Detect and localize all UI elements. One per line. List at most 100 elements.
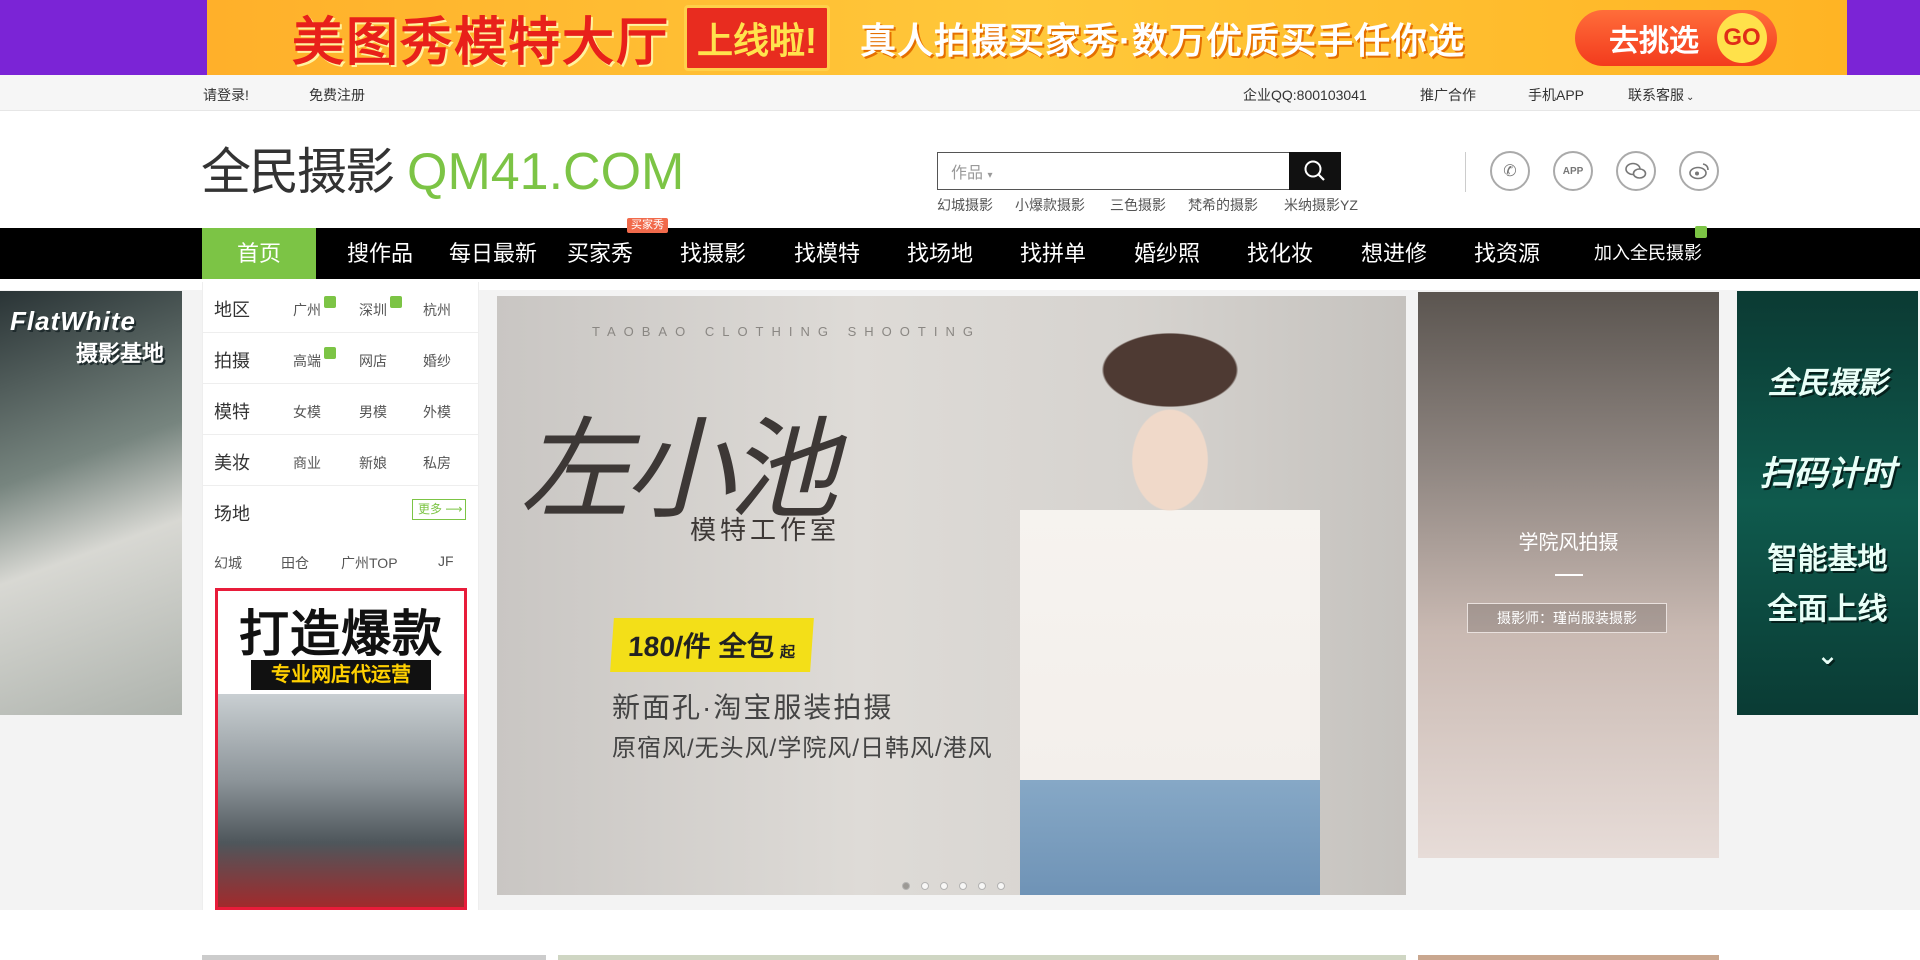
carousel-pagination — [902, 882, 1005, 890]
enterprise-qq-label: 企业QQ: — [1243, 87, 1297, 103]
search-icon — [1304, 160, 1325, 181]
category-link[interactable]: 广州 — [293, 296, 336, 320]
banner-title: 美图秀模特大厅 — [292, 12, 671, 73]
venue-more-button[interactable]: 更多 ⟶ — [412, 499, 466, 520]
hot-search-link[interactable]: 三色摄影 — [1110, 195, 1166, 215]
carousel-dot[interactable] — [959, 882, 967, 890]
search-button[interactable] — [1289, 152, 1341, 190]
search-category-select[interactable]: 作品 ▾ — [951, 159, 993, 183]
utility-bar: 请登录! 免费注册 企业QQ:800103041 推广合作 手机APP 联系客服… — [0, 75, 1920, 111]
category-link[interactable]: 私房 — [423, 453, 451, 473]
hot-search-link[interactable]: 幻城摄影 — [937, 195, 993, 215]
hot-search-link[interactable]: 小爆款摄影 — [1015, 195, 1085, 215]
carousel-dot[interactable] — [921, 882, 929, 890]
promotion-link[interactable]: 推广合作 — [1420, 85, 1476, 105]
category-link-label: 高端 — [293, 353, 321, 369]
nav-item-home[interactable]: 首页 — [202, 228, 316, 279]
left-ad-title: 打造爆款 — [239, 605, 443, 663]
category-link[interactable]: 男模 — [359, 402, 387, 422]
enterprise-qq[interactable]: 企业QQ:800103041 — [1243, 85, 1367, 105]
bottom-thumbnail[interactable] — [202, 955, 546, 960]
hot-flag-icon — [390, 296, 402, 308]
category-link[interactable]: 外模 — [423, 402, 451, 422]
carousel-headline: 新面孔·淘宝服装拍摄 — [612, 692, 894, 723]
bottom-thumbnail[interactable] — [1418, 955, 1719, 960]
category-link[interactable]: 婚纱 — [423, 351, 451, 371]
nav-item-find-model[interactable]: 找模特 — [782, 228, 872, 279]
category-link[interactable]: 女模 — [293, 402, 321, 422]
banner-go-icon: GO — [1717, 12, 1767, 63]
category-row-makeup: 美妆 商业 新娘 私房 — [202, 435, 479, 486]
weibo-glyph-icon — [1689, 163, 1709, 180]
category-heading: 模特 — [214, 402, 250, 422]
nav-item-wedding[interactable]: 婚纱照 — [1122, 228, 1212, 279]
category-link[interactable]: 深圳 — [359, 296, 402, 320]
nav-item-group-order[interactable]: 找拼单 — [1008, 228, 1098, 279]
venue-link[interactable]: JF — [438, 553, 454, 569]
weibo-icon[interactable] — [1679, 151, 1719, 191]
nav-item-join[interactable]: 加入全民摄影 — [1583, 228, 1713, 279]
category-link[interactable]: 网店 — [359, 351, 387, 371]
carousel-eyebrow: TAOBAO CLOTHING SHOOTING — [592, 324, 981, 339]
category-row-shoot: 拍摄 高端 网店 婚纱 — [202, 333, 479, 384]
carousel-dot[interactable] — [997, 882, 1005, 890]
left-ad-subtitle: 专业网店代运营 — [251, 660, 431, 690]
nav-item-daily-new[interactable]: 每日最新 — [433, 228, 553, 279]
category-link-label: 深圳 — [359, 302, 387, 318]
carousel-dot[interactable] — [940, 882, 948, 890]
search-category-label: 作品 — [951, 165, 984, 182]
site-logo[interactable]: 全民摄影 QM41.COM — [201, 132, 684, 204]
hot-flag-icon — [324, 347, 336, 359]
banner-cta-label: 去挑选 — [1609, 24, 1699, 58]
carousel-brand-sub: 模特工作室 — [690, 516, 841, 546]
nav-item-find-makeup[interactable]: 找化妆 — [1235, 228, 1325, 279]
category-row-model: 模特 女模 男模 外模 — [202, 384, 479, 435]
venue-link[interactable]: 幻城 — [214, 553, 242, 573]
wechat-icon[interactable] — [1616, 151, 1656, 191]
side-ad-right-line1: 全民摄影 — [1767, 367, 1888, 400]
bottom-thumbnail[interactable] — [558, 955, 1406, 960]
nav-item-find-venue[interactable]: 找场地 — [895, 228, 985, 279]
category-heading-venue: 场地 — [214, 504, 250, 524]
category-link[interactable]: 杭州 — [423, 300, 451, 320]
side-ad-left-subtitle: 摄影基地 — [76, 341, 165, 366]
feature-card-divider — [1555, 574, 1583, 576]
feature-card-caption: 摄影师：瑾尚服装摄影 — [1467, 603, 1667, 633]
nav-item-find-resources[interactable]: 找资源 — [1462, 228, 1552, 279]
caret-down-icon: ▾ — [987, 170, 993, 181]
hot-search-link[interactable]: 米纳摄影YZ — [1284, 195, 1358, 215]
venue-link[interactable]: 广州TOP — [341, 553, 398, 573]
price-text: 180/件 全包 — [627, 631, 776, 662]
contact-service-label: 联系客服 — [1628, 87, 1684, 103]
contact-service-menu[interactable]: 联系客服 ⌄ — [1628, 85, 1694, 105]
feature-card-title: 学院风拍摄 — [1518, 532, 1619, 554]
register-link[interactable]: 免费注册 — [309, 85, 365, 105]
banner-badge: 上线啦! — [684, 4, 831, 71]
carousel-dot[interactable] — [902, 882, 910, 890]
nav-item-search-works[interactable]: 搜作品 — [330, 228, 430, 279]
phone-icon[interactable]: ✆ — [1490, 151, 1530, 191]
category-link[interactable]: 商业 — [293, 453, 321, 473]
price-suffix: 起 — [779, 644, 796, 661]
wechat-glyph-icon — [1625, 162, 1647, 179]
hot-search-link[interactable]: 梵希的摄影 — [1188, 195, 1258, 215]
carousel-dot[interactable] — [978, 882, 986, 890]
side-ad-right-line2: 扫码计时 — [1759, 455, 1896, 493]
banner-subtitle: 真人拍摄买家秀·数万优质买手任你选 — [860, 19, 1466, 61]
top-promo-banner[interactable]: 美图秀模特大厅 上线啦! 真人拍摄买家秀·数万优质买手任你选 去挑选 GO — [207, 0, 1847, 75]
carousel-model-photo — [1020, 310, 1320, 895]
search-input[interactable]: 作品 ▾ — [937, 152, 1289, 190]
nav-item-find-photographer[interactable]: 找摄影 — [668, 228, 758, 279]
banner-cta-button[interactable]: 去挑选 GO — [1575, 9, 1777, 66]
category-link-label: 广州 — [293, 302, 321, 318]
category-heading: 地区 — [214, 300, 250, 320]
app-icon[interactable]: APP — [1553, 151, 1593, 191]
category-link[interactable]: 新娘 — [359, 453, 387, 473]
nav-item-buyer-show[interactable]: 买家秀 — [555, 228, 645, 279]
mobile-app-link[interactable]: 手机APP — [1528, 85, 1584, 105]
side-ad-right-line3: 智能基地 — [1767, 543, 1888, 576]
venue-link[interactable]: 田仓 — [281, 553, 309, 573]
category-link[interactable]: 高端 — [293, 347, 336, 371]
nav-item-study[interactable]: 想进修 — [1349, 228, 1439, 279]
login-link[interactable]: 请登录! — [203, 85, 249, 105]
